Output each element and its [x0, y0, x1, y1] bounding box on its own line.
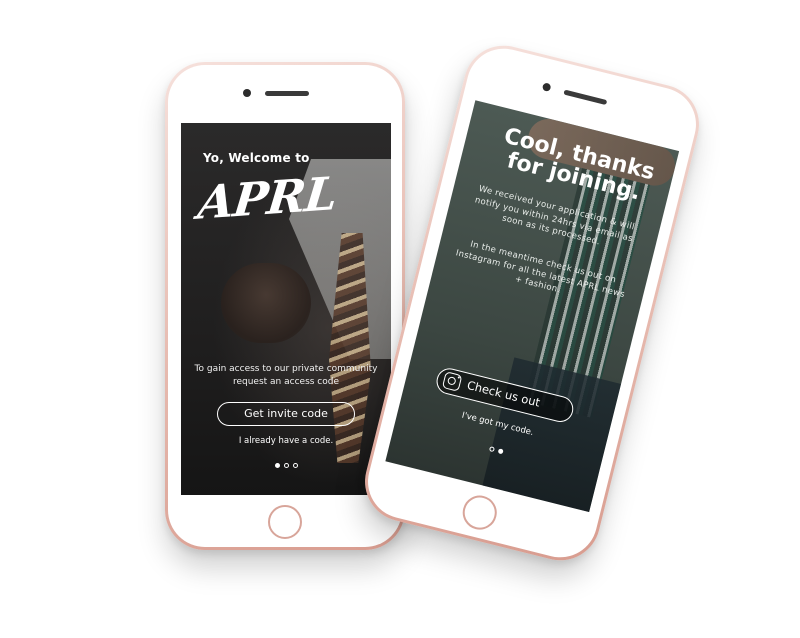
page-indicator [181, 463, 391, 468]
page-dot-active[interactable] [274, 463, 280, 468]
confirmation-screen: Cool, thanks for joining. We received yo… [385, 100, 680, 513]
access-description: To gain access to our private community … [194, 364, 378, 387]
get-invite-code-button[interactable]: Get invite code [217, 402, 355, 426]
phone-mockup-confirmation: Cool, thanks for joining. We received yo… [356, 37, 708, 569]
background-photo-fist [221, 263, 311, 343]
front-camera [243, 89, 251, 97]
have-code-link[interactable]: I already have a code. [181, 436, 391, 446]
page-dot-active[interactable] [497, 448, 504, 455]
welcome-screen: Yo, Welcome to APRL To gain access to ou… [181, 123, 391, 495]
aprl-logo: APRL [195, 166, 340, 230]
speaker-grille [265, 91, 309, 96]
page-dot[interactable] [283, 463, 289, 468]
instagram-icon [441, 371, 463, 392]
page-dot[interactable] [292, 463, 298, 468]
page-dot[interactable] [488, 446, 495, 453]
home-button[interactable] [268, 505, 302, 539]
welcome-heading: Yo, Welcome to [203, 151, 310, 165]
